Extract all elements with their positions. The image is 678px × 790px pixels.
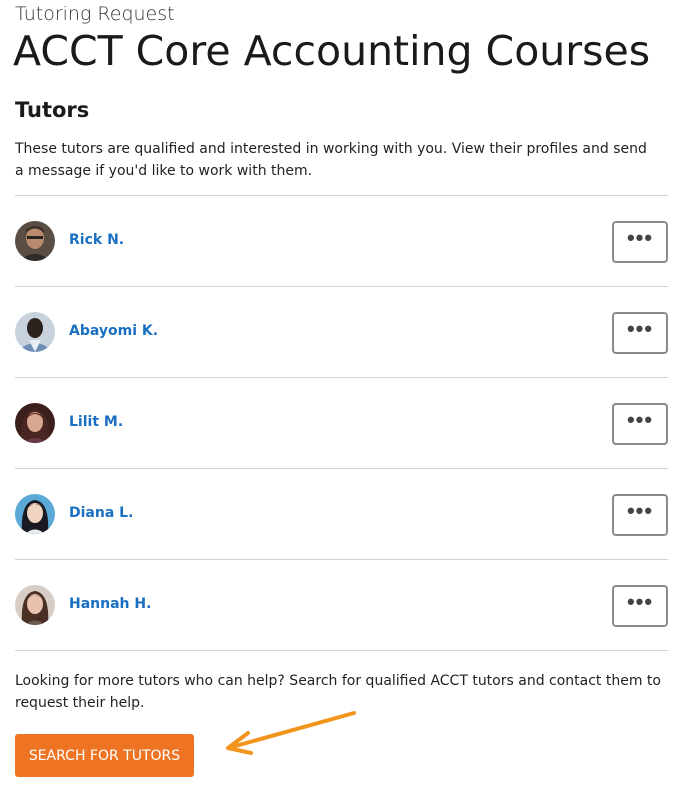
avatar[interactable] <box>15 403 55 443</box>
tutor-name-link[interactable]: Diana L. <box>69 505 133 521</box>
more-options-button[interactable]: ••• <box>612 312 668 354</box>
tutor-row: Hannah H. ••• <box>15 560 668 651</box>
tutor-name-link[interactable]: Abayomi K. <box>69 323 158 339</box>
tutor-row: Diana L. ••• <box>15 469 668 560</box>
more-options-button[interactable]: ••• <box>612 403 668 445</box>
more-icon: ••• <box>626 225 654 250</box>
avatar[interactable] <box>15 585 55 625</box>
arrow-icon <box>226 711 356 755</box>
page-title: ACCT Core Accounting Courses <box>13 27 651 75</box>
tutor-row: Lilit M. ••• <box>15 378 668 469</box>
more-icon: ••• <box>626 316 654 341</box>
more-icon: ••• <box>626 498 654 523</box>
search-for-tutors-button[interactable]: SEARCH FOR TUTORS <box>15 734 194 777</box>
tutor-row: Rick N. ••• <box>15 196 668 287</box>
more-icon: ••• <box>626 589 654 614</box>
avatar[interactable] <box>15 494 55 534</box>
more-icon: ••• <box>626 407 654 432</box>
tutor-name-link[interactable]: Lilit M. <box>69 414 123 430</box>
avatar[interactable] <box>15 221 55 261</box>
tutors-intro-text: These tutors are qualified and intereste… <box>15 141 647 179</box>
more-options-button[interactable]: ••• <box>612 494 668 536</box>
section-title-tutors: Tutors <box>15 98 90 122</box>
avatar[interactable] <box>15 312 55 352</box>
tutor-name-link[interactable]: Hannah H. <box>69 596 151 612</box>
page-kicker: Tutoring Request <box>15 3 175 25</box>
more-options-button[interactable]: ••• <box>612 221 668 263</box>
tutor-list: Rick N. ••• Abayomi K. ••• Lilit M. ••• … <box>15 195 668 651</box>
more-options-button[interactable]: ••• <box>612 585 668 627</box>
tutor-row: Abayomi K. ••• <box>15 287 668 378</box>
tutor-name-link[interactable]: Rick N. <box>69 232 124 248</box>
